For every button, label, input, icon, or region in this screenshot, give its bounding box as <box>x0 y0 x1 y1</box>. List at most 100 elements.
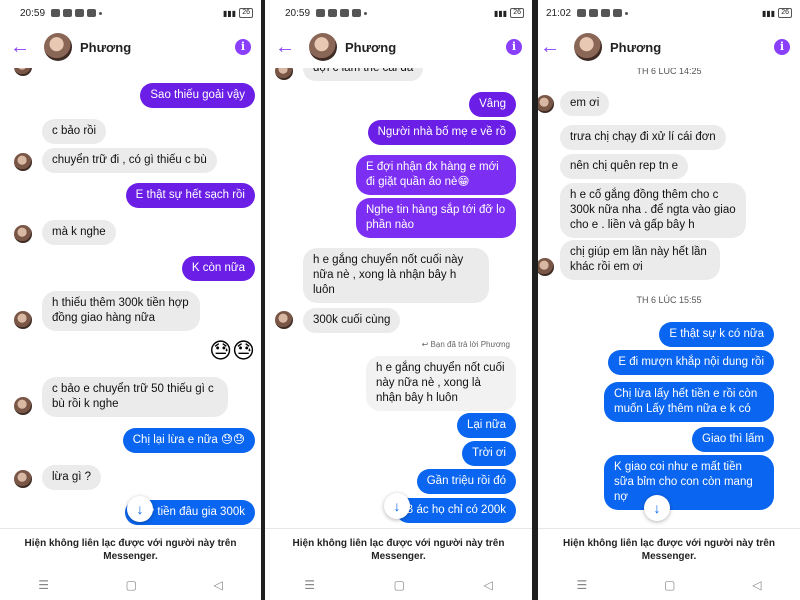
status-bar: 21:02 ▮▮▮ 26 <box>538 0 800 26</box>
back-nav-icon[interactable]: ◁ <box>483 578 492 592</box>
recent-apps-icon[interactable]: ☰ <box>576 578 587 592</box>
notification-icons <box>51 9 103 17</box>
unavailable-notice: Hiện không liên lạc được với người này t… <box>0 528 261 570</box>
info-icon[interactable]: i <box>774 39 790 55</box>
message-outgoing[interactable]: Lại nữa <box>456 413 516 438</box>
avatar[interactable] <box>574 33 602 61</box>
timestamp: TH 6 LÚC 15:55 <box>636 295 702 305</box>
message-incoming[interactable]: em ơi <box>560 91 610 116</box>
signal-icon: ▮▮▮ <box>222 8 237 18</box>
message-outgoing[interactable]: Trời ơi <box>462 441 516 466</box>
message-outgoing[interactable]: Vâng <box>469 92 516 117</box>
message-outgoing[interactable]: Chị lừa lấy hết tiền e rồi còn muốn Lấy … <box>604 382 774 422</box>
emoji-message[interactable]: 😓😓 <box>209 338 255 364</box>
back-arrow-icon[interactable]: ← <box>275 36 299 59</box>
message-outgoing[interactable]: K còn nữa <box>181 256 255 281</box>
back-arrow-icon[interactable]: ← <box>10 36 34 59</box>
status-right: ▮▮▮ 26 <box>223 8 253 18</box>
avatar[interactable] <box>44 33 72 61</box>
status-bar: 20:59 ▮▮▮ 26 <box>0 0 261 26</box>
status-bar: 20:59 ▮▮▮ 26 <box>265 0 532 26</box>
back-nav-icon[interactable]: ◁ <box>752 578 761 592</box>
recent-apps-icon[interactable]: ☰ <box>304 578 315 592</box>
message-outgoing[interactable]: E thật sự k có nữa <box>659 322 774 347</box>
message-incoming[interactable]: c bảo e chuyển trữ 50 thiếu gì c bù rồi … <box>42 377 228 417</box>
sender-avatar <box>14 153 32 171</box>
system-nav-bar: ☰ ▢ ◁ <box>265 570 532 600</box>
phone-screen-1: 20:59 ▮▮▮ 26 ← Phương i Sao thiếu goải v… <box>0 0 261 600</box>
status-time: 21:02 <box>546 7 572 19</box>
status-time: 20:59 <box>20 7 46 19</box>
quoted-message[interactable]: h e gắng chuyển nốt cuối này nữa nè , xo… <box>366 356 516 411</box>
status-time: 20:59 <box>285 7 311 19</box>
arrow-down-icon[interactable]: ↓ <box>644 495 670 521</box>
message-list[interactable]: Sao thiếu goải vậy c bảo rồi chuyển trữ … <box>0 68 261 528</box>
message-incoming[interactable]: h thiếu thêm 300k tiền hợp đồng giao hàn… <box>42 291 200 331</box>
sender-avatar <box>14 311 32 329</box>
phone-screen-2: 20:59 ▮▮▮ 26 ← Phương i đợi c làm thế cá… <box>265 0 532 600</box>
info-icon[interactable]: i <box>506 39 522 55</box>
chat-header: ← Phương i <box>0 26 261 68</box>
message-incoming[interactable]: đợi c làm thế cái đã <box>303 68 424 81</box>
signal-icon: ▮▮▮ <box>761 8 776 18</box>
signal-icon: ▮▮▮ <box>493 8 508 18</box>
home-icon[interactable]: ▢ <box>664 578 675 592</box>
message-incoming[interactable]: chuyển trữ đi , có gì thiếu c bù <box>42 148 217 173</box>
avatar[interactable] <box>309 33 337 61</box>
message-outgoing[interactable]: Sao thiếu goải vậy <box>140 83 255 108</box>
arrow-down-icon[interactable]: ↓ <box>384 493 410 519</box>
message-list[interactable]: TH 6 LÚC 14:25 em ơi trưa chị chạy đi xử… <box>538 68 800 528</box>
arrow-down-icon[interactable]: ↓ <box>127 496 153 522</box>
message-incoming[interactable]: 300k cuối cùng <box>303 308 401 333</box>
message-incoming[interactable]: chị giúp em lần này hết lần khác rồi em … <box>560 240 720 280</box>
message-outgoing[interactable]: Giao thì lấm <box>692 427 774 452</box>
message-outgoing[interactable]: B ác họ chỉ có 200k <box>395 498 516 523</box>
message-outgoing[interactable]: K giao coi như e mất tiền sữa bỉm cho co… <box>604 455 774 510</box>
timestamp: TH 6 LÚC 14:25 <box>636 68 702 76</box>
chat-header: ← Phương i <box>265 26 532 68</box>
info-icon[interactable]: i <box>235 39 251 55</box>
contact-name[interactable]: Phương <box>345 40 396 55</box>
sender-avatar <box>275 68 293 80</box>
message-incoming[interactable]: trưa chị chạy đi xử lí cái đơn <box>560 125 726 150</box>
back-arrow-icon[interactable]: ← <box>540 36 564 59</box>
chat-header: ← Phương i <box>538 26 800 68</box>
status-right: ▮▮▮ 26 <box>762 8 792 18</box>
sender-avatar <box>14 68 32 76</box>
message-incoming[interactable]: lừa gì ? <box>42 465 102 490</box>
sender-avatar <box>14 225 32 243</box>
unavailable-notice: Hiện không liên lạc được với người này t… <box>538 528 800 570</box>
message-incoming[interactable]: c bảo rồi <box>42 119 107 144</box>
message-incoming[interactable]: h e gắng chuyển nốt cuối này nữa nè , xo… <box>303 248 489 303</box>
home-icon[interactable]: ▢ <box>394 578 405 592</box>
message-outgoing[interactable]: Người nhà bố mẹ e về rồ <box>367 120 516 145</box>
system-nav-bar: ☰ ▢ ◁ <box>0 570 261 600</box>
message-outgoing[interactable]: E thật sự hết sạch rồi <box>125 183 255 208</box>
sender-avatar <box>538 95 554 113</box>
home-icon[interactable]: ▢ <box>126 578 137 592</box>
message-outgoing[interactable]: E đi mượn khắp nội dung rồi <box>608 350 774 375</box>
contact-name[interactable]: Phương <box>610 40 661 55</box>
message-outgoing[interactable]: Chị lại lừa e nữa 😓😓 <box>122 428 255 453</box>
battery-icon: 26 <box>778 8 792 18</box>
sender-avatar <box>14 397 32 415</box>
message-list[interactable]: đợi c làm thế cái đã Vâng Người nhà bố m… <box>265 68 532 528</box>
recent-apps-icon[interactable]: ☰ <box>38 578 49 592</box>
message-incoming[interactable]: h e cố gắng đồng thêm cho c 300k nữa nha… <box>560 183 746 238</box>
phone-screen-3: 21:02 ▮▮▮ 26 ← Phương i TH 6 LÚC 14:25 e… <box>538 0 800 600</box>
sender-avatar <box>14 470 32 488</box>
system-nav-bar: ☰ ▢ ◁ <box>538 570 800 600</box>
notification-icons <box>316 9 368 17</box>
sender-avatar <box>538 258 554 276</box>
message-incoming[interactable]: nên chị quên rep tn e <box>560 154 689 179</box>
unavailable-notice: Hiện không liên lạc được với người này t… <box>265 528 532 570</box>
message-outgoing[interactable]: E đợi nhận đx hàng e mới đi giặt quần áo… <box>356 155 516 195</box>
back-nav-icon[interactable]: ◁ <box>213 578 222 592</box>
contact-name[interactable]: Phương <box>80 40 131 55</box>
sender-avatar <box>275 311 293 329</box>
battery-icon: 26 <box>510 8 524 18</box>
message-outgoing[interactable]: Nghe tin hàng sắp tới đỡ lo phần nào <box>356 198 516 238</box>
reply-note-text: Bạn đã trả lời Phương <box>430 340 510 349</box>
message-incoming[interactable]: mà k nghe <box>42 220 116 245</box>
message-outgoing[interactable]: Gần triệu rồi đó <box>416 469 516 494</box>
